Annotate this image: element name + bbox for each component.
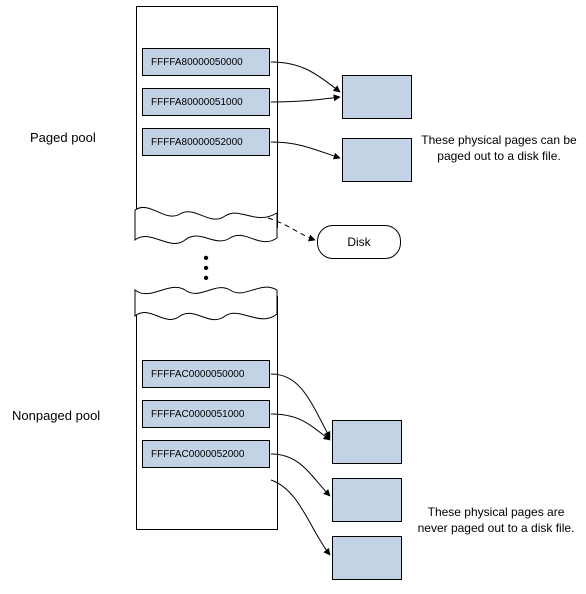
- nonpaged-phys-page-1: [332, 478, 402, 522]
- nonpaged-phys-page-0: [332, 420, 402, 464]
- nonpaged-cell-1-addr: FFFFAC0000051000: [151, 409, 244, 420]
- paged-cell-1-addr: FFFFA80000051000: [151, 97, 243, 108]
- nonpaged-cell-2-addr: FFFFAC0000052000: [151, 449, 244, 460]
- paged-cell-2: FFFFA80000052000: [142, 128, 270, 156]
- paged-phys-page-1: [342, 138, 412, 182]
- disk-node: Disk: [317, 225, 401, 259]
- nonpaged-cell-2: FFFFAC0000052000: [142, 440, 270, 468]
- nonpaged-pool-label-text: Nonpaged pool: [12, 408, 100, 423]
- nonpaged-phys-page-2: [332, 536, 402, 580]
- paged-note-text: These physical pages can be paged out to…: [421, 133, 576, 163]
- disk-label: Disk: [347, 235, 370, 249]
- paged-pool-label: Paged pool: [30, 130, 96, 145]
- continuation-dots: •••: [200, 254, 214, 284]
- nonpaged-note-text: These physical pages are never paged out…: [418, 505, 575, 535]
- paged-cell-0: FFFFA80000050000: [142, 48, 270, 76]
- paged-note: These physical pages can be paged out to…: [420, 116, 578, 165]
- nonpaged-cell-0-addr: FFFFAC0000050000: [151, 369, 244, 380]
- nonpaged-cell-1: FFFFAC0000051000: [142, 400, 270, 428]
- paged-cell-1: FFFFA80000051000: [142, 88, 270, 116]
- nonpaged-pool-label: Nonpaged pool: [12, 408, 100, 423]
- paged-pool-column: [136, 6, 278, 228]
- paged-cell-2-addr: FFFFA80000052000: [151, 137, 243, 148]
- nonpaged-note: These physical pages are never paged out…: [412, 488, 580, 537]
- memory-pools-diagram: FFFFA80000050000 FFFFA80000051000 FFFFA8…: [0, 0, 586, 594]
- paged-phys-page-0: [342, 75, 412, 119]
- nonpaged-cell-0: FFFFAC0000050000: [142, 360, 270, 388]
- paged-cell-0-addr: FFFFA80000050000: [151, 57, 243, 68]
- paged-pool-label-text: Paged pool: [30, 130, 96, 145]
